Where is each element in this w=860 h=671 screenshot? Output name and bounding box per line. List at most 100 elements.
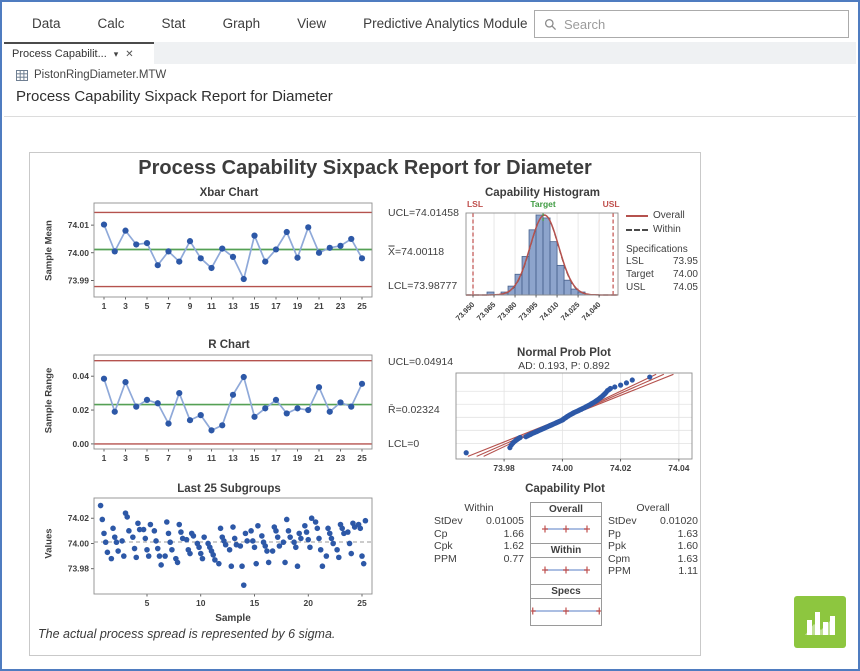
xbar-ucl-label: UCL=74.01458 bbox=[388, 207, 459, 219]
overall-stats-rows: StDev0.01020Pp1.63Ppk1.60Cpm1.63PPM1.11 bbox=[608, 515, 698, 578]
svg-text:74.025: 74.025 bbox=[559, 300, 582, 323]
tab-process-capability[interactable]: Process Capabilit... ▾ ✕ bbox=[4, 42, 154, 64]
svg-text:5: 5 bbox=[145, 301, 150, 311]
stat-row: PPM0.77 bbox=[434, 553, 524, 566]
svg-text:74.00: 74.00 bbox=[68, 248, 90, 258]
specs-interval-header: Specs bbox=[530, 584, 602, 599]
tab-dropdown-icon[interactable]: ▾ bbox=[114, 49, 119, 60]
legend-within-label: Within bbox=[653, 223, 681, 237]
report-footnote: The actual process spread is represented… bbox=[38, 627, 335, 641]
svg-text:25: 25 bbox=[357, 453, 367, 463]
svg-text:LSL: LSL bbox=[467, 199, 483, 209]
svg-text:15: 15 bbox=[250, 453, 260, 463]
svg-text:0.04: 0.04 bbox=[72, 371, 89, 381]
minitab-app-icon[interactable] bbox=[794, 596, 846, 648]
stat-row: Target74.00 bbox=[626, 268, 698, 281]
r-lcl-label: LCL=0 bbox=[388, 438, 419, 450]
svg-text:17: 17 bbox=[271, 453, 281, 463]
svg-text:15: 15 bbox=[250, 301, 260, 311]
search-placeholder: Search bbox=[564, 17, 605, 32]
svg-text:5: 5 bbox=[145, 598, 150, 608]
stat-row: StDev0.01005 bbox=[434, 515, 524, 528]
svg-text:9: 9 bbox=[188, 453, 193, 463]
stat-row: Ppk1.60 bbox=[608, 540, 698, 553]
xbar-center-label: X̿=74.00118 bbox=[388, 246, 444, 258]
search-icon bbox=[544, 18, 557, 31]
svg-text:3: 3 bbox=[123, 301, 128, 311]
legend-within: Within bbox=[626, 223, 698, 237]
normal-prob-plot: 73.9874.0074.0274.04 bbox=[432, 371, 698, 485]
tab-strip: Process Capabilit... ▾ ✕ bbox=[4, 42, 856, 64]
svg-text:21: 21 bbox=[314, 453, 324, 463]
svg-text:73.99: 73.99 bbox=[68, 275, 90, 285]
svg-text:0.00: 0.00 bbox=[72, 439, 89, 449]
svg-text:3: 3 bbox=[123, 453, 128, 463]
svg-text:13: 13 bbox=[228, 453, 238, 463]
menu-predictive-analytics[interactable]: Predictive Analytics Module bbox=[363, 16, 527, 31]
specifications-title: Specifications bbox=[626, 244, 698, 255]
svg-text:25: 25 bbox=[357, 598, 367, 608]
svg-text:21: 21 bbox=[314, 301, 324, 311]
svg-text:74.010: 74.010 bbox=[538, 300, 561, 323]
page-title: Process Capability Sixpack Report for Di… bbox=[16, 88, 333, 105]
svg-text:74.00: 74.00 bbox=[68, 538, 90, 548]
svg-text:10: 10 bbox=[196, 598, 206, 608]
svg-text:17: 17 bbox=[271, 301, 281, 311]
svg-text:73.965: 73.965 bbox=[475, 300, 498, 323]
search-input[interactable]: Search bbox=[534, 10, 849, 38]
menu-data[interactable]: Data bbox=[32, 16, 61, 31]
menu-view[interactable]: View bbox=[297, 16, 326, 31]
stat-row: Cp1.66 bbox=[434, 528, 524, 541]
worksheet-link[interactable]: PistonRingDiameter.MTW bbox=[16, 69, 166, 81]
svg-text:15: 15 bbox=[250, 598, 260, 608]
stat-row: StDev0.01020 bbox=[608, 515, 698, 528]
svg-text:73.98: 73.98 bbox=[68, 564, 90, 574]
svg-text:73.980: 73.980 bbox=[496, 300, 519, 323]
svg-text:7: 7 bbox=[166, 301, 171, 311]
xbar-chart: 74.0174.0073.99135791113151719212325 bbox=[54, 199, 384, 321]
svg-text:13: 13 bbox=[228, 301, 238, 311]
svg-text:USL: USL bbox=[603, 199, 620, 209]
report-title: Process Capability Sixpack Report for Di… bbox=[30, 157, 700, 180]
within-stats-table: Within StDev0.01005Cp1.66Cpk1.62PPM0.77 bbox=[434, 502, 524, 565]
svg-text:73.995: 73.995 bbox=[517, 300, 540, 323]
report-canvas: Process Capability Sixpack Report for Di… bbox=[29, 152, 701, 656]
r-chart: 0.040.020.00135791113151719212325 bbox=[54, 351, 384, 473]
menu-stat[interactable]: Stat bbox=[162, 16, 186, 31]
menu-graph[interactable]: Graph bbox=[223, 16, 261, 31]
tab-close-icon[interactable]: ✕ bbox=[125, 49, 133, 60]
xbar-chart-title: Xbar Chart bbox=[84, 187, 374, 199]
within-interval-header: Within bbox=[530, 543, 602, 558]
capability-intervals: Overall Within Specs bbox=[530, 502, 602, 626]
svg-text:73.950: 73.950 bbox=[454, 300, 477, 323]
svg-text:7: 7 bbox=[166, 453, 171, 463]
normal-prob-plot-title: Normal Prob Plot bbox=[430, 347, 698, 359]
within-interval bbox=[531, 557, 601, 583]
legend-overall-label: Overall bbox=[653, 209, 685, 223]
stat-row: USL74.05 bbox=[626, 281, 698, 294]
svg-text:11: 11 bbox=[207, 301, 216, 311]
capability-plot-title: Capability Plot bbox=[460, 483, 670, 495]
overall-stats-table: Overall StDev0.01020Pp1.63Ppk1.60Cpm1.63… bbox=[608, 502, 698, 578]
svg-text:11: 11 bbox=[207, 453, 216, 463]
divider bbox=[4, 116, 856, 117]
svg-text:23: 23 bbox=[336, 453, 346, 463]
tab-label: Process Capabilit... bbox=[12, 48, 107, 60]
svg-text:25: 25 bbox=[357, 301, 367, 311]
stat-row: Cpm1.63 bbox=[608, 553, 698, 566]
within-stats-header: Within bbox=[434, 502, 524, 514]
svg-text:74.040: 74.040 bbox=[580, 300, 603, 323]
capability-histogram: LSLTargetUSL73.95073.96573.98073.99574.0… bbox=[452, 197, 624, 329]
within-line-swatch bbox=[626, 229, 648, 231]
svg-text:74.00: 74.00 bbox=[552, 463, 574, 473]
overall-interval-header: Overall bbox=[530, 502, 602, 517]
stat-row: Cpk1.62 bbox=[434, 540, 524, 553]
svg-text:Target: Target bbox=[530, 199, 556, 209]
histogram-legend: Overall Within Specifications LSL73.95Ta… bbox=[626, 209, 698, 294]
stat-row: PPM1.11 bbox=[608, 565, 698, 578]
svg-text:23: 23 bbox=[336, 301, 346, 311]
r-y-axis-label: Sample Range bbox=[44, 346, 55, 456]
last25-y-axis-label: Values bbox=[44, 489, 55, 599]
menu-calc[interactable]: Calc bbox=[98, 16, 125, 31]
stat-row: Pp1.63 bbox=[608, 528, 698, 541]
